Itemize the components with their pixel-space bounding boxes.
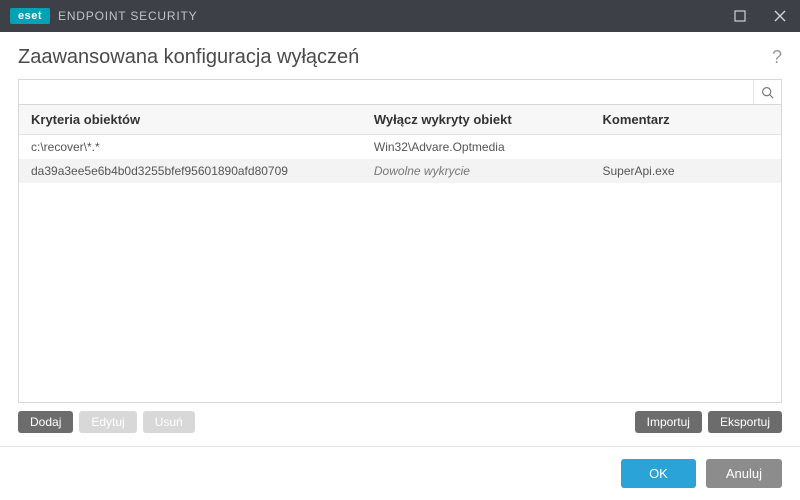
footer: OK Anuluj bbox=[0, 446, 800, 500]
action-row: Dodaj Edytuj Usuń Importuj Eksportuj bbox=[0, 403, 800, 433]
header: Zaawansowana konfiguracja wyłączeń ? bbox=[0, 32, 800, 79]
cell-disable: Win32\Advare.Optmedia bbox=[362, 135, 591, 160]
col-header-comment[interactable]: Komentarz bbox=[590, 105, 781, 135]
export-button[interactable]: Eksportuj bbox=[708, 411, 782, 433]
col-header-criteria[interactable]: Kryteria obiektów bbox=[19, 105, 362, 135]
delete-button: Usuń bbox=[143, 411, 195, 433]
minimize-button[interactable] bbox=[720, 0, 760, 32]
help-icon[interactable]: ? bbox=[772, 47, 782, 68]
table-row[interactable]: da39a3ee5e6b4b0d3255bfef95601890afd80709… bbox=[19, 159, 781, 183]
add-button[interactable]: Dodaj bbox=[18, 411, 73, 433]
cell-comment bbox=[590, 135, 781, 160]
brand-text: ENDPOINT SECURITY bbox=[58, 9, 197, 23]
brand-badge: eset bbox=[10, 8, 50, 24]
search-icon bbox=[761, 86, 774, 99]
exclusion-table-wrap: Kryteria obiektów Wyłącz wykryty obiekt … bbox=[18, 105, 782, 403]
table-row[interactable]: c:\recover\*.*Win32\Advare.Optmedia bbox=[19, 135, 781, 160]
col-header-disable[interactable]: Wyłącz wykryty obiekt bbox=[362, 105, 591, 135]
cell-criteria: da39a3ee5e6b4b0d3255bfef95601890afd80709 bbox=[19, 159, 362, 183]
cancel-button[interactable]: Anuluj bbox=[706, 459, 782, 488]
search-input[interactable] bbox=[19, 80, 753, 104]
close-button[interactable] bbox=[760, 0, 800, 32]
search-row bbox=[18, 79, 782, 105]
import-button[interactable]: Importuj bbox=[635, 411, 702, 433]
edit-button: Edytuj bbox=[79, 411, 136, 433]
page-title: Zaawansowana konfiguracja wyłączeń bbox=[18, 46, 772, 69]
titlebar: eset ENDPOINT SECURITY bbox=[0, 0, 800, 32]
exclusion-table: Kryteria obiektów Wyłącz wykryty obiekt … bbox=[19, 105, 781, 183]
cell-comment: SuperApi.exe bbox=[590, 159, 781, 183]
cell-disable: Dowolne wykrycie bbox=[362, 159, 591, 183]
cell-criteria: c:\recover\*.* bbox=[19, 135, 362, 160]
search-button[interactable] bbox=[753, 80, 781, 104]
ok-button[interactable]: OK bbox=[621, 459, 696, 488]
